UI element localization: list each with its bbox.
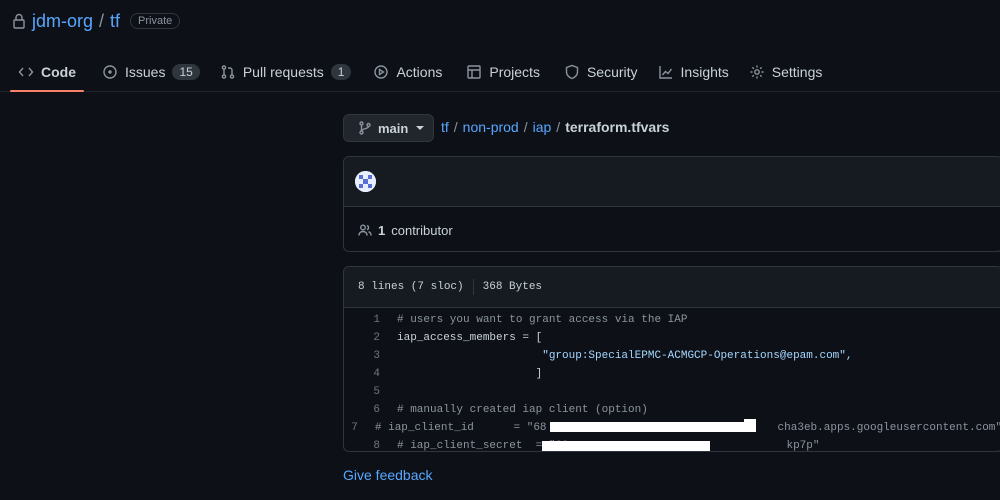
- issue-icon: [103, 64, 117, 79]
- tab-actions[interactable]: Actions: [365, 52, 450, 91]
- breadcrumb-current-file: terraform.tfvars: [565, 119, 670, 135]
- redaction-bar: [550, 422, 754, 432]
- give-feedback-link[interactable]: Give feedback: [343, 467, 433, 483]
- pull-request-icon: [221, 64, 235, 79]
- breadcrumb-separator: /: [523, 119, 528, 135]
- tab-code-label: Code: [41, 63, 76, 80]
- line-number[interactable]: 6: [344, 404, 380, 416]
- repo-separator: /: [99, 10, 105, 31]
- tab-settings-label: Settings: [771, 63, 823, 80]
- line-number[interactable]: 8: [344, 440, 380, 451]
- redaction-bar: [744, 419, 756, 432]
- tab-issues-label: Issues: [125, 63, 166, 80]
- contributors-count: 1: [378, 222, 386, 238]
- tab-issues[interactable]: Issues 15: [94, 52, 208, 91]
- line-number[interactable]: 3: [344, 350, 380, 362]
- file-info-header: 8 lines (7 sloc) 368 Bytes: [344, 267, 1000, 308]
- tab-pull-requests-label: Pull requests: [242, 63, 324, 80]
- repo-name-link[interactable]: tf: [110, 11, 120, 32]
- lock-icon: [13, 13, 25, 29]
- tab-actions-label: Actions: [396, 63, 443, 80]
- contributors-label: contributor: [391, 222, 453, 238]
- breadcrumb-separator: /: [453, 119, 458, 135]
- file-info-divider: [472, 279, 474, 295]
- breadcrumb-separator: /: [556, 119, 561, 135]
- contributors-row[interactable]: 1 contributor: [344, 207, 1000, 253]
- tab-projects-label: Projects: [489, 63, 540, 80]
- line-number[interactable]: 4: [344, 368, 380, 380]
- line-number[interactable]: 1: [344, 314, 380, 326]
- code-icon: [18, 67, 34, 76]
- branch-icon: [359, 121, 371, 135]
- code-line: 8 # iap_client_secret = "GO kp7p": [344, 437, 1000, 451]
- line-number[interactable]: 5: [344, 386, 380, 398]
- breadcrumb-folder-link[interactable]: iap: [533, 119, 552, 135]
- tab-settings[interactable]: Settings: [741, 52, 831, 91]
- avatar-pattern-icon: [355, 171, 376, 192]
- file-size: 368 Bytes: [482, 281, 543, 293]
- tab-insights-label: Insights: [680, 63, 729, 80]
- file-line-count: 8 lines (7 sloc): [358, 281, 464, 293]
- line-content: # manually created iap client (option): [397, 404, 648, 416]
- chevron-down-icon: [416, 126, 425, 130]
- line-number[interactable]: 2: [344, 332, 380, 344]
- code-line: 3 "group:SpecialEPMC-ACMGCP-Operations@e…: [344, 347, 1000, 365]
- redaction-bar: [542, 441, 710, 451]
- table-icon: [467, 64, 482, 79]
- code-line: 4 ]: [344, 365, 1000, 383]
- branch-name: main: [378, 120, 409, 136]
- code-line: 7 # iap_client_id = "68 cha3eb.apps.goog…: [344, 419, 1000, 437]
- issues-count-badge: 15: [172, 63, 200, 80]
- visibility-badge: Private: [130, 13, 181, 29]
- pull-requests-count-badge: 1: [330, 63, 352, 80]
- code-line: 2 iap_access_members = [: [344, 329, 1000, 347]
- people-icon: [358, 224, 372, 236]
- code-line: 1 # users you want to grant access via t…: [344, 311, 1000, 329]
- line-content: "group:SpecialEPMC-ACMGCP-Operations@epa…: [397, 350, 853, 362]
- line-content: ]: [397, 368, 543, 380]
- avatar[interactable]: [355, 171, 376, 192]
- play-icon: [374, 64, 389, 79]
- repo-nav-tabs: Code Issues 15 Pull requests 1 Actions P…: [0, 52, 1000, 92]
- tab-security-label: Security: [586, 63, 638, 80]
- latest-commit-header: [344, 157, 1000, 207]
- breadcrumb-repo-link[interactable]: tf: [441, 119, 449, 135]
- file-viewer: 8 lines (7 sloc) 368 Bytes 1 # users you…: [343, 266, 1000, 452]
- line-content: # users you want to grant access via the…: [397, 314, 688, 326]
- latest-commit-box: 1 contributor: [343, 156, 1000, 252]
- repo-header: jdm-org / tf Private: [12, 8, 181, 34]
- shield-icon: [565, 64, 579, 79]
- line-content: iap_access_members = [: [397, 332, 543, 344]
- gear-icon: [750, 65, 764, 78]
- breadcrumb-folder-link[interactable]: non-prod: [463, 119, 519, 135]
- code-line: 6 # manually created iap client (option): [344, 401, 1000, 419]
- tab-projects[interactable]: Projects: [458, 52, 548, 91]
- repo-owner-link[interactable]: jdm-org: [32, 11, 93, 32]
- graph-icon: [658, 65, 672, 79]
- branch-selector-button[interactable]: main: [343, 114, 434, 142]
- code-line: 5: [344, 383, 1000, 401]
- tab-security[interactable]: Security: [556, 52, 646, 91]
- tab-pull-requests[interactable]: Pull requests 1: [212, 52, 360, 91]
- file-path-breadcrumb: tf / non-prod / iap / terraform.tfvars: [441, 119, 669, 135]
- tab-code[interactable]: Code: [10, 52, 84, 92]
- code-view: 1 # users you want to grant access via t…: [344, 308, 1000, 451]
- line-number[interactable]: 7: [344, 422, 358, 434]
- tab-insights[interactable]: Insights: [650, 52, 737, 91]
